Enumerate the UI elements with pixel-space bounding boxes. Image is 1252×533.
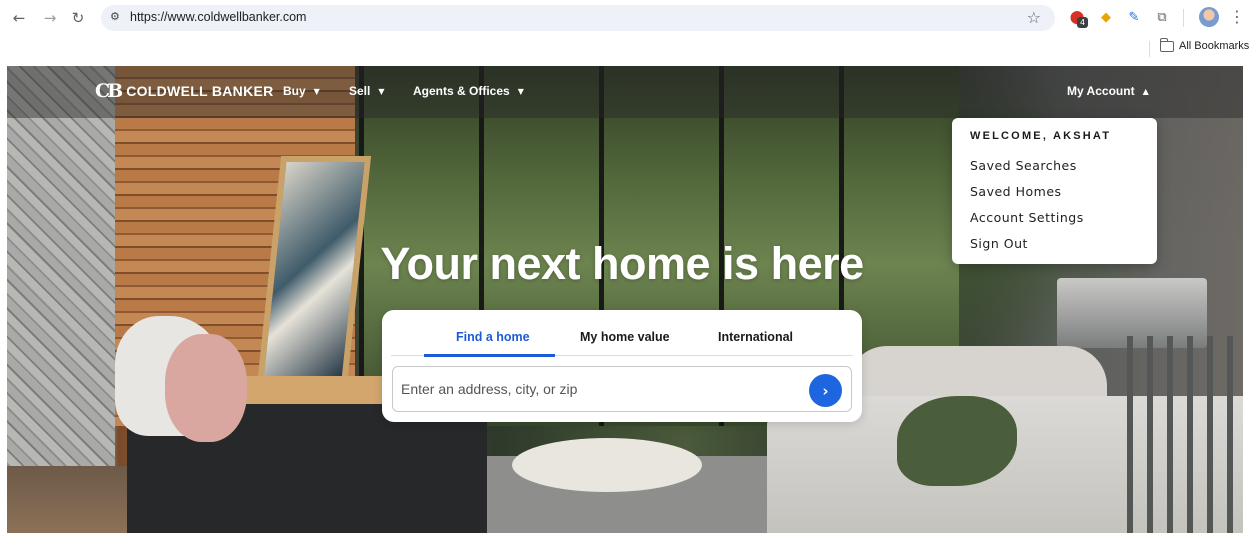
- highlighter-extension-icon[interactable]: ◆: [1097, 8, 1115, 26]
- chevron-down-icon: ▼: [378, 86, 385, 96]
- bookmark-star-icon[interactable]: ☆: [1027, 8, 1041, 27]
- coldwell-banker-logo-icon: CB: [95, 80, 123, 102]
- forward-icon[interactable]: →: [40, 8, 60, 28]
- nav-sell[interactable]: Sell ▼: [349, 84, 385, 98]
- toolbar-divider: [1183, 9, 1184, 27]
- nav-agents-offices[interactable]: Agents & Offices ▼: [413, 84, 524, 98]
- profile-avatar[interactable]: [1199, 7, 1219, 27]
- pen-extension-icon[interactable]: ✎: [1125, 8, 1143, 26]
- hero-background-cushion: [897, 396, 1017, 486]
- hero-background-coffee-table: [512, 438, 702, 492]
- hero-background-tile-wall: [7, 66, 115, 533]
- hero-background-pillow-pink: [165, 334, 247, 442]
- hero-section: CB COLDWELL BANKER Buy ▼ Sell ▼ Agents &…: [7, 66, 1243, 533]
- puzzle-icon[interactable]: ⧉: [1153, 8, 1171, 26]
- tab-international[interactable]: International: [718, 330, 793, 344]
- menu-item-saved-searches[interactable]: Saved Searches: [970, 158, 1077, 173]
- nav-sell-label: Sell: [349, 84, 371, 98]
- folder-icon: [1159, 37, 1174, 52]
- extension-badge: 4: [1077, 17, 1088, 28]
- search-input[interactable]: [401, 375, 801, 403]
- address-bar[interactable]: ⚙ https://www.coldwellbanker.com ☆: [101, 5, 1055, 31]
- menu-item-account-settings[interactable]: Account Settings: [970, 210, 1084, 225]
- search-box: ›: [392, 366, 852, 412]
- menu-item-saved-homes[interactable]: Saved Homes: [970, 184, 1062, 199]
- account-dropdown-menu: WELCOME, AKSHAT Saved Searches Saved Hom…: [952, 118, 1157, 264]
- nav-agents-label: Agents & Offices: [413, 84, 510, 98]
- all-bookmarks-button[interactable]: All Bookmarks: [1159, 37, 1250, 52]
- logo-text: COLDWELL BANKER: [126, 83, 274, 99]
- browser-toolbar: ← → ↻ ⚙ https://www.coldwellbanker.com ☆…: [0, 0, 1252, 36]
- site-logo[interactable]: CB COLDWELL BANKER: [95, 81, 274, 101]
- back-icon[interactable]: ←: [9, 8, 29, 28]
- search-card: Find a home My home value International …: [382, 310, 862, 422]
- search-tabs: Find a home My home value International: [391, 310, 853, 357]
- extension-icon[interactable]: ⬤4: [1068, 8, 1088, 28]
- nav-my-account[interactable]: My Account ▲: [1067, 84, 1149, 98]
- bookmarks-bar: [0, 36, 1252, 62]
- search-submit-button[interactable]: ›: [809, 374, 842, 407]
- chevron-down-icon: ▼: [517, 86, 524, 96]
- site-header: CB COLDWELL BANKER Buy ▼ Sell ▼ Agents &…: [7, 66, 1243, 118]
- bookmarks-divider: [1149, 41, 1150, 57]
- hero-title: Your next home is here: [380, 238, 864, 289]
- nav-account-label: My Account: [1067, 84, 1135, 98]
- nav-buy[interactable]: Buy ▼: [283, 84, 320, 98]
- tab-my-home-value[interactable]: My home value: [580, 330, 670, 344]
- nav-buy-label: Buy: [283, 84, 306, 98]
- url-text[interactable]: https://www.coldwellbanker.com: [130, 10, 306, 24]
- site-info-icon[interactable]: ⚙: [110, 10, 120, 23]
- active-tab-indicator: [424, 354, 555, 357]
- all-bookmarks-label: All Bookmarks: [1179, 40, 1250, 52]
- welcome-message: WELCOME, AKSHAT: [970, 130, 1112, 142]
- chevron-right-icon: ›: [822, 381, 829, 400]
- hero-background-chairs: [1127, 336, 1243, 533]
- kebab-menu-icon[interactable]: ⋮: [1229, 7, 1245, 26]
- chevron-down-icon: ▼: [313, 86, 320, 96]
- chevron-up-icon: ▲: [1142, 86, 1149, 96]
- menu-item-sign-out[interactable]: Sign Out: [970, 236, 1028, 251]
- reload-icon[interactable]: ↻: [68, 8, 88, 28]
- tab-find-a-home[interactable]: Find a home: [456, 330, 530, 344]
